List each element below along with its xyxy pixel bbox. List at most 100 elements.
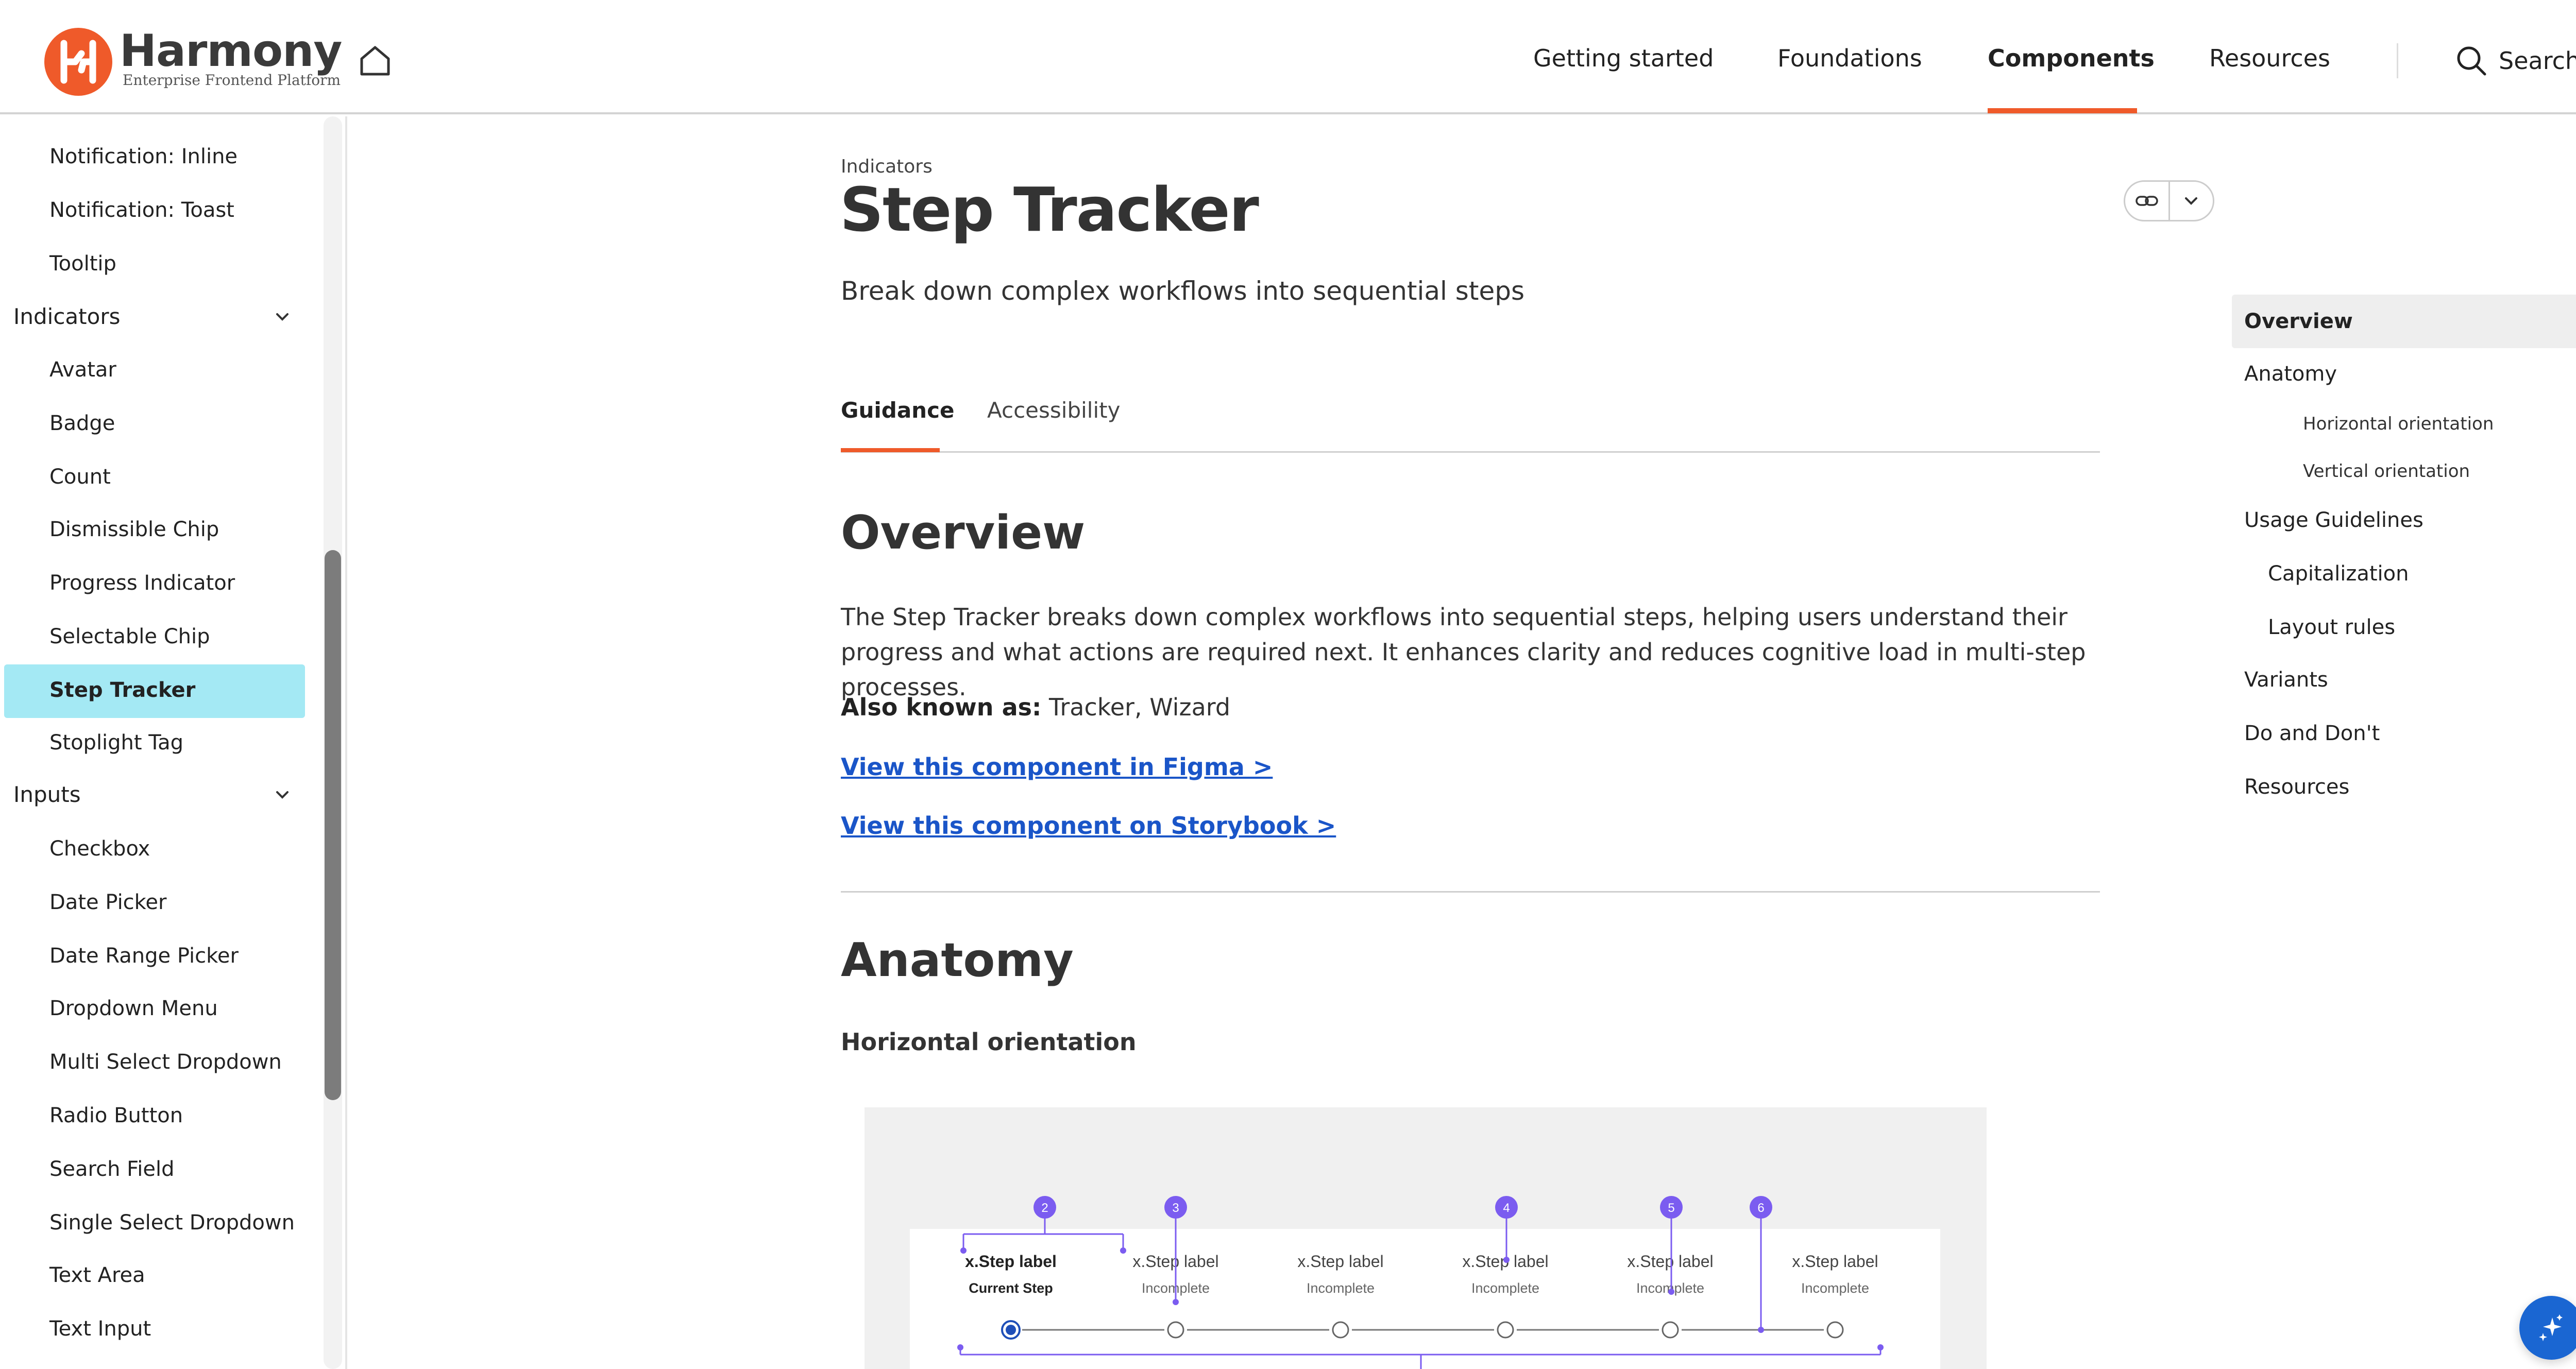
sidebar-item-tooltip[interactable]: Tooltip: [49, 253, 116, 274]
sidebar-item-date-range-picker[interactable]: Date Range Picker: [49, 946, 239, 966]
sidebar-item-avatar[interactable]: Avatar: [49, 360, 116, 380]
sidebar-group-label: Indicators: [13, 304, 121, 329]
overview-paragraph: The Step Tracker breaks down complex wor…: [841, 603, 2086, 701]
page-title: Step Tracker: [840, 174, 1259, 245]
nav-components[interactable]: Components: [1988, 46, 2155, 70]
annotation-marker-number: 2: [1041, 1201, 1048, 1215]
toc-layout-rules[interactable]: Layout rules: [2268, 617, 2395, 638]
page-subtitle: Break down complex workflows into sequen…: [841, 276, 1525, 306]
chevron-down-icon: [276, 791, 289, 799]
toc-variants[interactable]: Variants: [2244, 670, 2328, 690]
sidebar-item-notification-inline[interactable]: Notification: Inline: [49, 146, 238, 167]
step-indicator-current-dot: [1006, 1325, 1016, 1335]
sidebar-item-date-picker[interactable]: Date Picker: [49, 892, 166, 913]
toc-resources[interactable]: Resources: [2244, 777, 2349, 797]
link-icon: [2136, 196, 2158, 206]
step-indicator-incomplete: [1662, 1321, 1679, 1339]
sidebar-item-text-input[interactable]: Text Input: [49, 1319, 151, 1339]
toc-horizontal-orientation[interactable]: Horizontal orientation: [2303, 415, 2494, 433]
sidebar-item-dropdown-menu[interactable]: Dropdown Menu: [49, 998, 218, 1019]
toc-usage-guidelines[interactable]: Usage Guidelines: [2244, 510, 2424, 531]
step-label: x.Step label: [1627, 1252, 1713, 1271]
sidebar-item-search-field[interactable]: Search Field: [49, 1159, 174, 1179]
brand-name[interactable]: Harmony: [120, 29, 342, 73]
nav-getting-started[interactable]: Getting started: [1533, 46, 1714, 70]
nav-resources[interactable]: Resources: [2209, 46, 2330, 70]
step-status: Incomplete: [1471, 1280, 1539, 1296]
storybook-link[interactable]: View this component on Storybook >: [841, 814, 1336, 837]
sidebar-group-label: Inputs: [13, 782, 81, 807]
share-button-group: [2124, 180, 2214, 221]
sidebar-item-stoplight-tag[interactable]: Stoplight Tag: [49, 732, 183, 753]
search-label: Search: [2499, 47, 2576, 75]
aka-value: Tracker, Wizard: [1049, 693, 1231, 721]
ai-sparkle-icon: [2539, 1314, 2563, 1341]
nav-divider: [2397, 43, 2398, 78]
annotation-dot: [1668, 1289, 1674, 1295]
sidebar-group-inputs[interactable]: Inputs: [13, 784, 292, 806]
tabs-divider: [841, 451, 2100, 453]
aka-label: Also known as:: [841, 693, 1042, 721]
annotation-dot: [1503, 1257, 1510, 1263]
home-icon[interactable]: [358, 43, 393, 78]
chevron-down-icon: [276, 313, 289, 321]
breadcrumb[interactable]: Indicators: [841, 158, 933, 176]
copy-link-button[interactable]: [2125, 182, 2168, 220]
search-icon: [2457, 46, 2486, 76]
ai-assistant-button[interactable]: [2519, 1296, 2576, 1360]
figma-link[interactable]: View this component in Figma >: [841, 755, 1273, 779]
also-known-as: Also known as: Tracker, Wizard: [841, 695, 1230, 719]
annotation-marker-number: 6: [1757, 1201, 1764, 1215]
annotation-dot: [1120, 1247, 1126, 1254]
horizontal-orientation-heading: Horizontal orientation: [841, 1028, 1137, 1056]
toc-overview[interactable]: Overview: [2244, 311, 2353, 332]
sidebar-item-text-area[interactable]: Text Area: [49, 1265, 145, 1286]
step-status: Current Step: [969, 1280, 1053, 1296]
toc-vertical-orientation[interactable]: Vertical orientation: [2303, 463, 2470, 480]
step-indicator-incomplete: [1497, 1321, 1514, 1339]
step-status: Incomplete: [1307, 1280, 1375, 1296]
sidebar-item-notification-toast[interactable]: Notification: Toast: [49, 200, 234, 220]
step-tracker-card: [910, 1229, 1940, 1369]
toc-anatomy[interactable]: Anatomy: [2244, 364, 2337, 384]
sidebar-item-progress-indicator[interactable]: Progress Indicator: [49, 573, 235, 593]
annotation-dot: [1173, 1299, 1179, 1305]
step-label: x.Step label: [1297, 1252, 1383, 1271]
sidebar-item-dismissible-chip[interactable]: Dismissible Chip: [49, 519, 219, 540]
toc-do-and-dont[interactable]: Do and Don't: [2244, 723, 2380, 744]
top-header: Harmony Enterprise Frontend Platform Get…: [0, 0, 2576, 114]
sidebar-item-badge[interactable]: Badge: [49, 413, 115, 434]
sidebar-item-checkbox[interactable]: Checkbox: [49, 838, 150, 859]
search-button[interactable]: Search: [2455, 44, 2576, 77]
active-tab-indicator: [841, 448, 940, 452]
share-menu-button[interactable]: [2168, 182, 2213, 220]
step-label: x.Step label: [965, 1252, 1057, 1271]
anatomy-heading: Anatomy: [841, 933, 1074, 987]
overview-heading: Overview: [841, 506, 1086, 560]
sidebar-item-single-select-dropdown[interactable]: Single Select Dropdown: [49, 1212, 295, 1233]
toc-capitalization[interactable]: Capitalization: [2268, 563, 2409, 584]
sidebar-item-selectable-chip[interactable]: Selectable Chip: [49, 626, 210, 647]
step-indicator-incomplete: [1332, 1321, 1349, 1339]
step-tracker-anatomy-illustration: x.Step label Current Step x.Step label Inco…: [910, 1196, 1940, 1369]
tab-accessibility[interactable]: Accessibility: [987, 400, 1120, 421]
harmony-logo-icon[interactable]: [43, 27, 113, 97]
annotation-dot: [960, 1247, 967, 1254]
sidebar-item-count[interactable]: Count: [49, 467, 111, 487]
anatomy-diagram: x.Step label Current Step x.Step label Inco…: [865, 1107, 1987, 1369]
annotation-marker-number: 4: [1503, 1201, 1510, 1215]
chevron-down-icon: [2185, 197, 2198, 205]
nav-foundations[interactable]: Foundations: [1777, 46, 1922, 70]
step-label: x.Step label: [1792, 1252, 1878, 1271]
sidebar-item-multi-select-dropdown[interactable]: Multi Select Dropdown: [49, 1052, 282, 1072]
active-nav-indicator: [1988, 108, 2137, 113]
sidebar-group-indicators[interactable]: Indicators: [13, 306, 292, 328]
step-indicator-incomplete: [1826, 1321, 1844, 1339]
sidebar-item-radio-button[interactable]: Radio Button: [49, 1105, 183, 1126]
sidebar-scrollbar-thumb[interactable]: [325, 550, 341, 1100]
sidebar-item-step-tracker[interactable]: Step Tracker: [49, 680, 195, 700]
brand-tagline: Enterprise Frontend Platform: [123, 72, 341, 89]
sidebar-nav: Notification: Inline Notification: Toast…: [0, 116, 347, 1369]
tab-guidance[interactable]: Guidance: [841, 400, 954, 421]
annotation-dot: [1758, 1327, 1764, 1333]
